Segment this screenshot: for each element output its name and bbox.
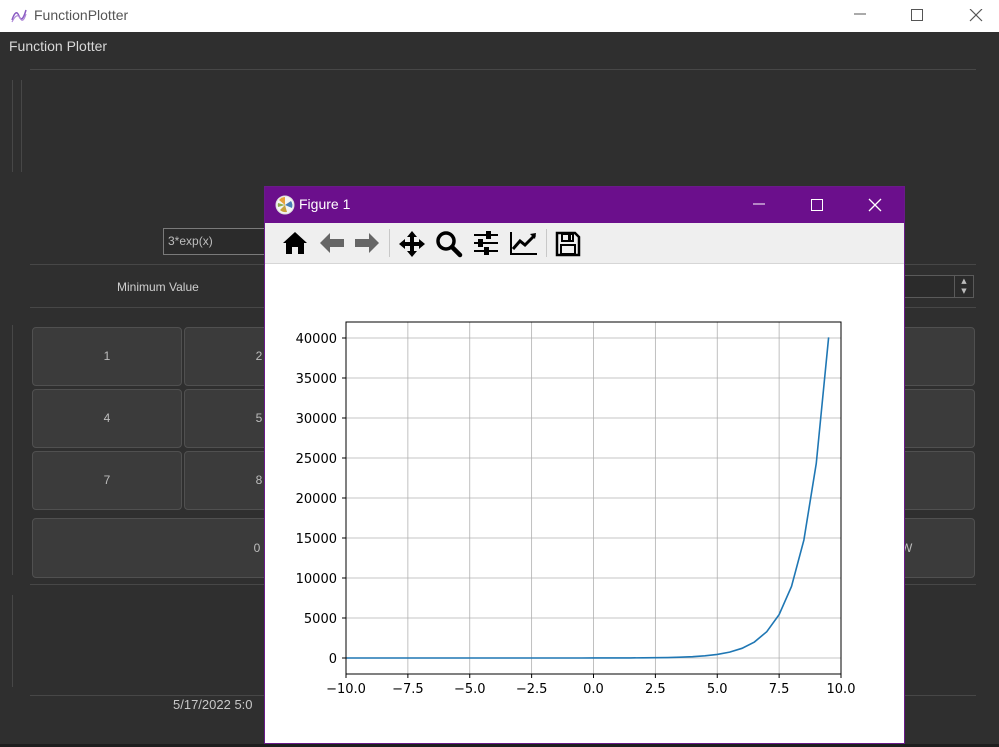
edit-axis-icon [510,232,537,255]
y-tick-label: 20000 [296,492,337,507]
toolbar-separator [389,229,390,257]
matplotlib-logo-icon [275,195,295,215]
maximum-value-spinbox[interactable]: ▲ ▼ [900,275,974,298]
figure-toolbar [265,223,904,264]
y-tick-label: 10000 [296,572,337,587]
key-7[interactable]: 7 [32,451,182,510]
figure-maximize-button[interactable] [788,187,846,223]
y-tick-label: 0 [329,652,337,667]
figure-title: Figure 1 [299,196,351,212]
x-tick-label: −2.5 [516,682,548,697]
x-tick-label: 5.0 [707,682,728,697]
pan-button[interactable] [396,228,428,258]
divider [30,69,976,70]
frame-line [12,325,13,575]
close-icon [969,9,983,22]
maximize-icon [911,9,923,21]
x-tick-label: 0.0 [583,682,604,697]
back-button[interactable] [316,228,348,258]
save-icon [555,231,581,257]
home-button[interactable] [279,228,311,258]
minimum-value-label: Minimum Value [117,280,199,294]
minimize-icon [854,13,866,15]
key-1[interactable]: 1 [32,327,182,386]
app-label: Function Plotter [9,38,108,54]
forward-arrow-icon [355,233,379,253]
maximize-button[interactable] [894,0,940,32]
y-tick-label: 25000 [296,452,337,467]
key-4[interactable]: 4 [32,389,182,448]
minimize-icon [753,203,765,205]
save-button[interactable] [552,228,584,258]
forward-button[interactable] [351,228,383,258]
line-chart: −10.0 −7.5 −5.0 −2.5 0.0 2.5 5.0 7.5 10.0 0 5000 10… [296,321,856,697]
y-tick-label: 30000 [296,412,337,427]
y-tick-label: 15000 [296,532,337,547]
figure-minimize-button[interactable] [730,187,788,223]
figure-close-button[interactable] [846,187,904,223]
y-tick-label: 5000 [304,612,337,627]
x-tick-label: −5.0 [454,682,486,697]
y-tick-label: 40000 [296,332,337,347]
x-tick-label: −7.5 [392,682,424,697]
maximize-icon [811,199,823,211]
function-input[interactable]: 3*exp(x) [163,228,273,255]
frame-line [12,80,13,172]
back-arrow-icon [320,233,344,253]
x-tick-label: 2.5 [645,682,666,697]
app-logo-icon [11,9,27,23]
configure-subplots-button[interactable] [470,228,502,258]
x-tick-label: 10.0 [827,682,856,697]
frame-line [12,595,13,687]
figure-titlebar: Figure 1 [265,187,904,223]
window-title: FunctionPlotter [34,7,129,23]
x-tick-label: −10.0 [326,682,366,697]
plot-area[interactable]: −10.0 −7.5 −5.0 −2.5 0.0 2.5 5.0 7.5 10.0 0 5000 10… [265,264,904,743]
configure-subplots-icon [474,231,498,255]
home-icon [283,232,307,254]
edit-axis-button[interactable] [507,228,539,258]
app-titlebar: FunctionPlotter [0,0,999,32]
frame-line [21,80,22,172]
figure-window: Figure 1 −10.0 −7.5 −5.0 −2.5 0.0 2.5 5.… [264,186,905,744]
spin-arrows[interactable]: ▲ ▼ [954,276,973,297]
toolbar-separator [546,229,547,257]
pan-icon [399,231,425,257]
zoom-icon [436,231,463,258]
zoom-button[interactable] [433,228,465,258]
status-date: 5/17/2022 5:0 [173,697,253,712]
minimize-button[interactable] [837,0,883,32]
close-icon [868,198,882,212]
y-tick-label: 35000 [296,372,337,387]
close-button[interactable] [953,0,999,32]
x-tick-label: 7.5 [769,682,790,697]
